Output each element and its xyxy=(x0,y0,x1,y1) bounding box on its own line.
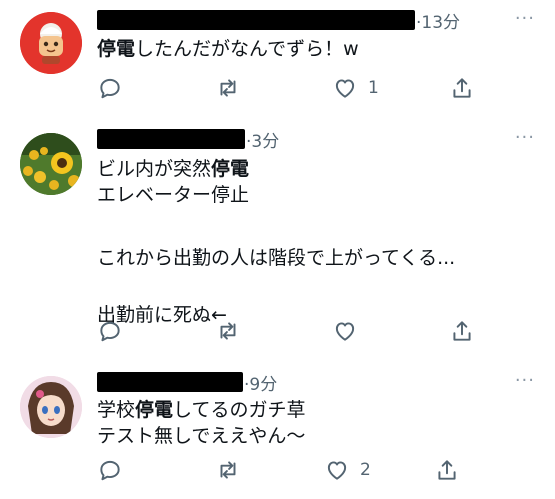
text-line: これから出勤の人は階段で上がってくる... xyxy=(97,247,456,269)
tweet-text: 学校停電してるのガチ草 テスト無しでええやん〜 xyxy=(97,397,305,449)
reply-button[interactable] xyxy=(97,457,123,483)
text-line: ビル内が突然停電 xyxy=(97,158,250,180)
tweet-actions: 1 xyxy=(97,75,535,101)
text-line: エレベーター停止 xyxy=(97,184,250,206)
heart-icon xyxy=(335,79,355,98)
share-button[interactable] xyxy=(449,75,475,101)
redacted-username xyxy=(97,129,245,149)
retweet-button[interactable] xyxy=(215,457,241,483)
text-line xyxy=(97,208,455,234)
retweet-icon xyxy=(220,322,236,340)
tweet-actions xyxy=(97,318,535,344)
timestamp[interactable]: ·3分 xyxy=(246,127,279,152)
more-options-icon[interactable]: ··· xyxy=(515,370,535,391)
avatar[interactable] xyxy=(20,376,82,438)
avatar[interactable] xyxy=(20,133,82,195)
reply-button[interactable] xyxy=(97,318,123,344)
heart-icon xyxy=(327,461,347,480)
tweet-header: ·13分 xyxy=(97,8,460,33)
like-button[interactable]: 2 xyxy=(324,457,371,483)
text-line: 学校停電してるのガチ草 xyxy=(97,399,306,421)
anime-avatar-image xyxy=(20,376,82,438)
redacted-username xyxy=(97,10,415,30)
reply-icon xyxy=(100,460,120,481)
retweet-icon xyxy=(220,79,236,97)
more-options-icon[interactable]: ··· xyxy=(515,8,535,29)
retweet-icon xyxy=(220,461,236,479)
reply-button[interactable] xyxy=(97,75,123,101)
share-icon xyxy=(453,78,471,98)
timestamp[interactable]: ·9分 xyxy=(244,370,277,395)
tweet-text: 停電したんだがなんでずら！w xyxy=(97,38,359,60)
tweet-text: ビル内が突然停電 エレベーター停止 これから出勤の人は階段で上がってくる... 出勤前… xyxy=(97,156,455,328)
avatar[interactable] xyxy=(20,12,82,74)
share-button[interactable] xyxy=(434,457,460,483)
share-icon xyxy=(438,460,456,480)
retweet-button[interactable] xyxy=(215,75,241,101)
text-line xyxy=(97,271,455,297)
more-options-icon[interactable]: ··· xyxy=(515,127,535,148)
share-button[interactable] xyxy=(449,318,475,344)
mascot-avatar-image xyxy=(20,12,82,74)
like-count: 1 xyxy=(368,78,379,98)
like-count: 2 xyxy=(360,460,371,480)
text-line: テスト無しでええやん〜 xyxy=(97,425,306,447)
tweet-header: ·9分 xyxy=(97,370,277,395)
tweet-actions: 2 xyxy=(97,457,535,483)
share-icon xyxy=(453,321,471,341)
like-button[interactable] xyxy=(332,318,358,344)
reply-icon xyxy=(100,321,120,342)
like-button[interactable]: 1 xyxy=(332,75,379,101)
sunflower-avatar-image xyxy=(20,133,82,195)
retweet-button[interactable] xyxy=(215,318,241,344)
heart-icon xyxy=(335,322,355,341)
timestamp[interactable]: ·13分 xyxy=(416,8,460,33)
redacted-username xyxy=(97,372,243,392)
reply-icon xyxy=(100,78,120,99)
tweet-header: ·3分 xyxy=(97,127,279,152)
